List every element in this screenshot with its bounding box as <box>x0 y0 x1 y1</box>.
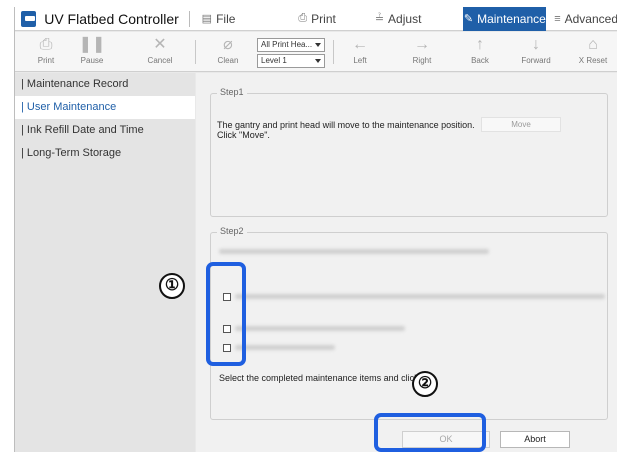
menu-file[interactable]: ▤ File <box>202 7 253 31</box>
step1-group: Step1 The gantry and print head will mov… <box>210 87 608 217</box>
sidebar-item-ink-refill[interactable]: | Ink Refill Date and Time <box>15 119 195 142</box>
menu-file-label: File <box>216 11 236 26</box>
abort-button[interactable]: Abort <box>500 431 570 448</box>
step1-title: Step1 <box>217 87 247 97</box>
maintenance-item-3-text-blurred <box>235 345 335 350</box>
move-button[interactable]: Move <box>481 117 561 132</box>
maintenance-item-1-text-blurred <box>235 294 605 299</box>
callout-1-badge: ① <box>159 273 185 299</box>
level-select[interactable]: Level 1 <box>257 54 325 68</box>
toolbar-divider <box>333 40 334 64</box>
menu-maintenance[interactable]: ✎ Maintenance <box>463 7 547 31</box>
arrow-up-icon: ↑ <box>476 36 484 53</box>
step2-select-instructions: Select the completed maintenance items a… <box>219 373 430 383</box>
cancel-button-label: Cancel <box>147 56 173 65</box>
toolbar-divider <box>195 40 196 64</box>
clean-button-label: Clean <box>217 56 239 65</box>
forward-button-label: Forward <box>521 56 551 65</box>
menu-advanced[interactable]: ≡ Advanced <box>554 7 617 31</box>
step1-instructions: The gantry and print head will move to t… <box>217 120 475 140</box>
maintenance-icon: ✎ <box>463 13 474 25</box>
menu-advanced-label: Advanced <box>564 11 617 26</box>
ok-button-highlight <box>374 413 486 452</box>
menu-divider <box>188 10 190 27</box>
right-button[interactable]: → Right <box>397 34 447 70</box>
maintenance-item-2-text-blurred <box>235 326 405 331</box>
sidebar-item-long-term-storage[interactable]: | Long-Term Storage <box>15 142 195 165</box>
clean-icon: ⌀ <box>223 36 233 53</box>
sidebar: | Maintenance Record | User Maintenance … <box>15 73 195 452</box>
menu-adjust-label: Adjust <box>388 11 422 26</box>
print-button-label: Print <box>37 56 55 65</box>
forward-button[interactable]: ↓ Forward <box>511 34 561 70</box>
toolbar: ⎙ Print ❚❚ Pause ✕ Cancel ⌀ Clean All Pr… <box>15 32 617 72</box>
menu-bar: UV Flatbed Controller ▤ File ⎙ Print ≟ A… <box>15 7 617 31</box>
app-window: UV Flatbed Controller ▤ File ⎙ Print ≟ A… <box>14 7 617 452</box>
app-title: UV Flatbed Controller <box>44 10 179 27</box>
menu-maintenance-label: Maintenance <box>477 11 546 26</box>
main-panel: Step1 The gantry and print head will mov… <box>196 73 617 452</box>
right-button-label: Right <box>412 56 432 65</box>
app-logo-icon <box>21 10 37 27</box>
print-head-select[interactable]: All Print Hea... <box>257 38 325 52</box>
arrow-right-icon: → <box>414 36 430 53</box>
home-icon: ⌂ <box>588 36 598 53</box>
advanced-settings-icon: ≡ <box>554 12 561 25</box>
menu-adjust[interactable]: ≟ Adjust <box>375 7 448 31</box>
menu-print-label: Print <box>311 11 336 26</box>
left-button[interactable]: ← Left <box>335 34 385 70</box>
level-select-value: Level 1 <box>261 56 287 65</box>
clean-button[interactable]: ⌀ Clean <box>203 34 253 70</box>
pause-button-label: Pause <box>80 56 104 65</box>
menu-print[interactable]: ⎙ Print <box>298 7 360 31</box>
checkbox-highlight <box>206 262 246 366</box>
printer-icon: ⎙ <box>39 36 53 53</box>
print-button[interactable]: ⎙ Print <box>21 34 71 70</box>
arrow-down-icon: ↓ <box>532 36 540 53</box>
file-icon: ▤ <box>201 13 213 25</box>
chevron-down-icon <box>315 43 321 47</box>
step2-instructions-blurred <box>219 249 489 254</box>
adjust-icon: ≟ <box>374 13 385 25</box>
back-button[interactable]: ↑ Back <box>455 34 505 70</box>
left-button-label: Left <box>353 56 367 65</box>
chevron-down-icon <box>315 59 321 63</box>
step2-group: Step2 Select the completed maintenance i… <box>210 226 608 420</box>
arrow-left-icon: ← <box>352 36 368 53</box>
back-button-label: Back <box>471 56 489 65</box>
pause-icon: ❚❚ <box>78 36 106 53</box>
x-reset-button-label: X Reset <box>578 56 608 65</box>
sidebar-item-maintenance-record[interactable]: | Maintenance Record <box>15 73 195 96</box>
step2-title: Step2 <box>217 226 247 236</box>
callout-2-badge: ② <box>412 371 438 397</box>
pause-button[interactable]: ❚❚ Pause <box>67 34 117 70</box>
sidebar-item-user-maintenance[interactable]: | User Maintenance <box>15 96 195 119</box>
cancel-button[interactable]: ✕ Cancel <box>135 34 185 70</box>
x-reset-button[interactable]: ⌂ X Reset <box>568 34 617 70</box>
cancel-icon: ✕ <box>153 36 167 53</box>
print-head-select-value: All Print Hea... <box>261 40 313 49</box>
print-menu-icon: ⎙ <box>298 12 308 24</box>
